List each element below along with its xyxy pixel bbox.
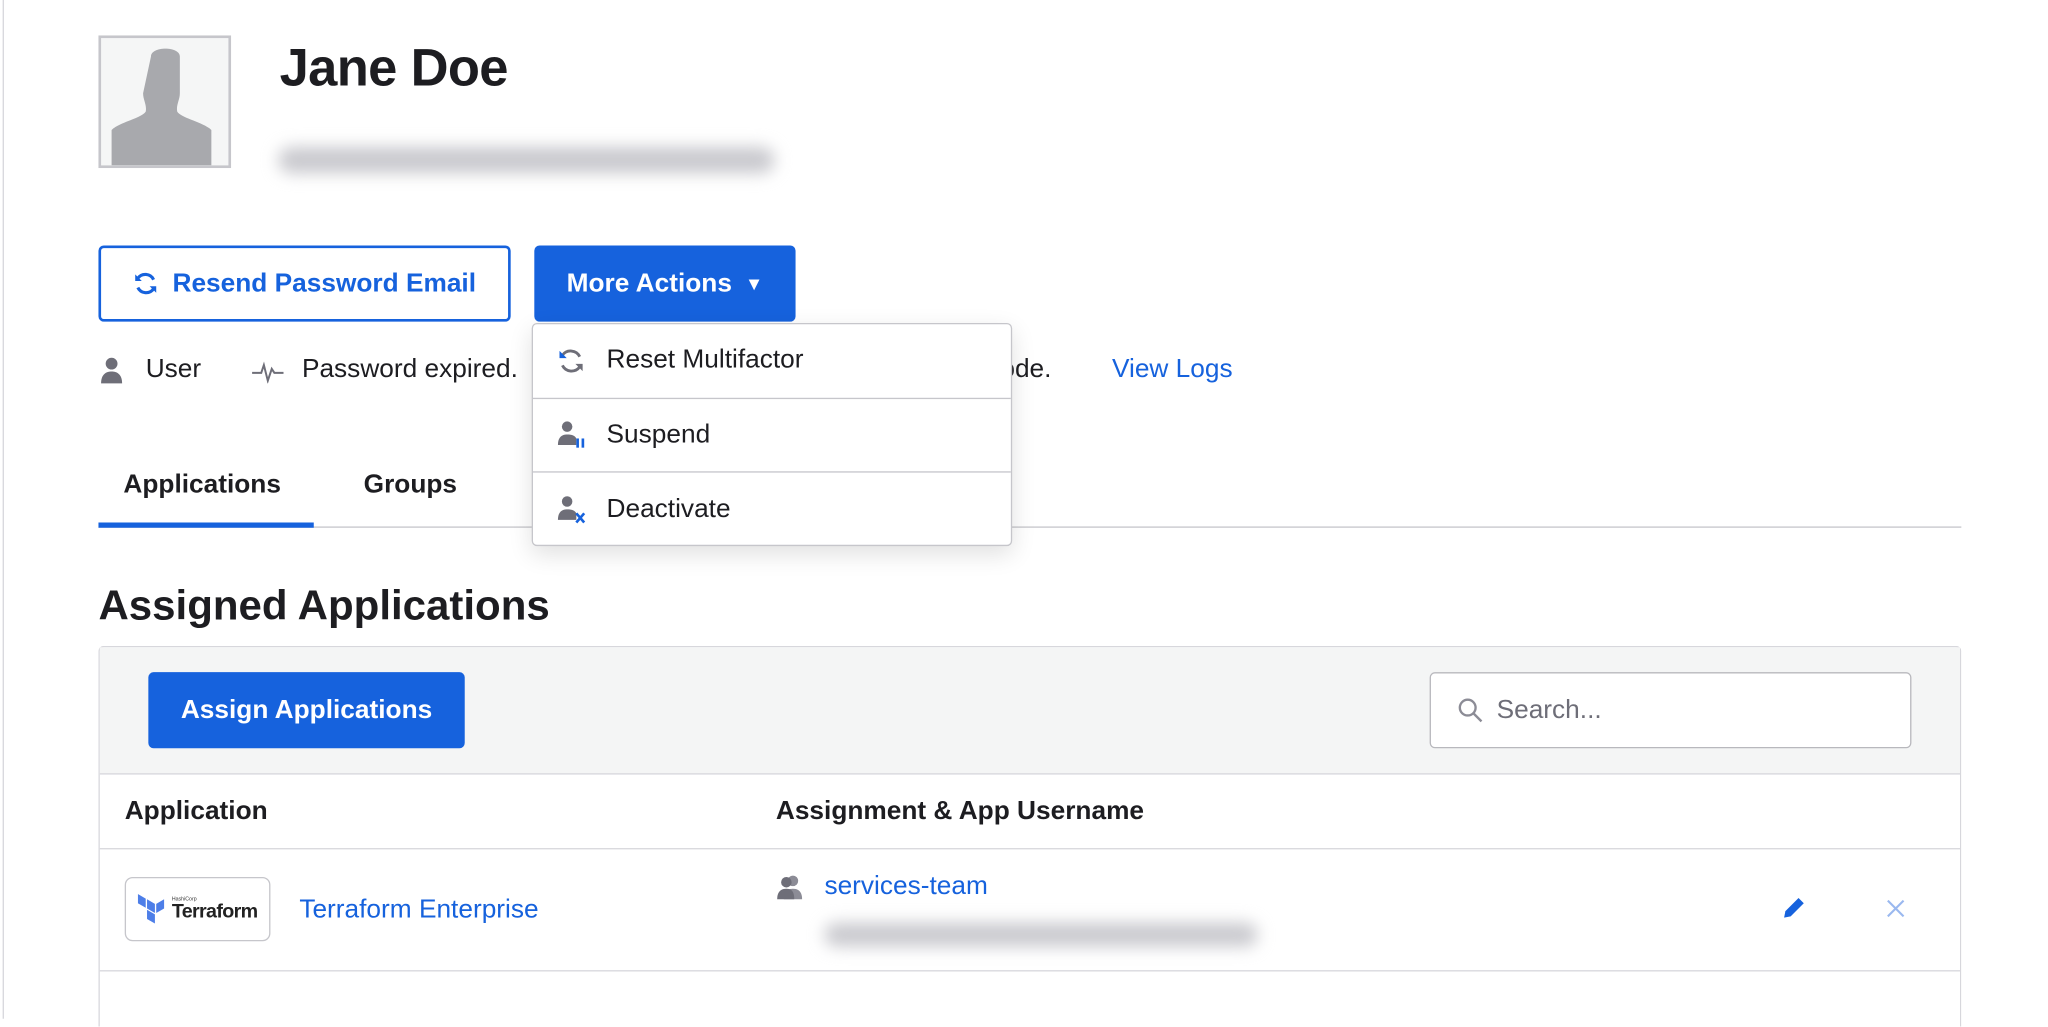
- active-tab-indicator: [98, 522, 314, 528]
- app-username-blurred: [824, 922, 1258, 947]
- search-icon: [1458, 698, 1483, 723]
- assign-applications-button[interactable]: Assign Applications: [148, 672, 465, 749]
- search-input[interactable]: [1496, 695, 1891, 726]
- resend-password-email-button[interactable]: Resend Password Email: [98, 245, 511, 322]
- more-actions-label: More Actions: [566, 268, 732, 298]
- search-field[interactable]: [1429, 672, 1912, 749]
- app-name-link[interactable]: Terraform Enterprise: [299, 895, 538, 925]
- column-header-assignment: Assignment & App Username: [775, 796, 1145, 826]
- user-name: Jane Doe: [279, 39, 509, 98]
- assignment-group-link[interactable]: services-team: [824, 872, 987, 902]
- refresh-icon: [559, 349, 583, 373]
- tab-applications[interactable]: Applications: [123, 470, 281, 500]
- menu-item-label: Reset Multifactor: [606, 345, 804, 375]
- more-actions-button[interactable]: More Actions ▼: [534, 245, 796, 322]
- remove-x-icon[interactable]: [1886, 899, 1905, 918]
- avatar: [98, 35, 232, 169]
- user-silhouette-icon: [111, 48, 212, 166]
- more-actions-dropdown: Reset Multifactor Suspend Deactivate: [531, 322, 1013, 547]
- status-password: Password expired.: [252, 354, 518, 384]
- menu-item-reset-multifactor[interactable]: Reset Multifactor: [532, 324, 1011, 399]
- role-text: User: [145, 354, 202, 384]
- table-row: HashiCorp Terraform Terraform Enterprise…: [100, 849, 1960, 971]
- menu-item-label: Suspend: [606, 419, 711, 449]
- view-logs-label[interactable]: View Logs: [1112, 354, 1233, 384]
- refresh-icon: [135, 272, 157, 295]
- pulse-icon: [252, 360, 284, 383]
- terraform-logo: HashiCorp Terraform: [124, 876, 271, 942]
- resend-label: Resend Password Email: [172, 268, 477, 298]
- status-role: User: [98, 354, 201, 384]
- user-deactivate-icon: [557, 496, 586, 524]
- logo-text: Terraform: [171, 900, 258, 923]
- group-icon: [777, 875, 803, 900]
- caret-down-icon: ▼: [745, 273, 764, 295]
- menu-item-suspend[interactable]: Suspend: [532, 398, 1011, 473]
- user-suspend-icon: [557, 421, 585, 448]
- assigned-applications-panel: Assign Applications Application Assignme…: [98, 645, 1962, 1027]
- user-icon: [101, 357, 123, 383]
- tab-divider: [98, 526, 1962, 528]
- menu-item-label: Deactivate: [606, 494, 731, 524]
- page-left-border: [2, 0, 4, 1019]
- view-logs-link[interactable]: View Logs: [1112, 354, 1233, 384]
- menu-item-deactivate[interactable]: Deactivate: [533, 473, 1011, 547]
- password-status-text: Password expired.: [301, 354, 518, 384]
- edit-pencil-icon[interactable]: [1780, 895, 1806, 921]
- row-divider: [99, 970, 1961, 972]
- terraform-icon: [137, 893, 164, 923]
- user-email-blurred: [278, 147, 775, 174]
- tab-groups[interactable]: Groups: [364, 470, 457, 500]
- column-header-application: Application: [124, 796, 268, 826]
- section-title: Assigned Applications: [98, 581, 550, 629]
- panel-toolbar: Assign Applications: [99, 647, 1961, 775]
